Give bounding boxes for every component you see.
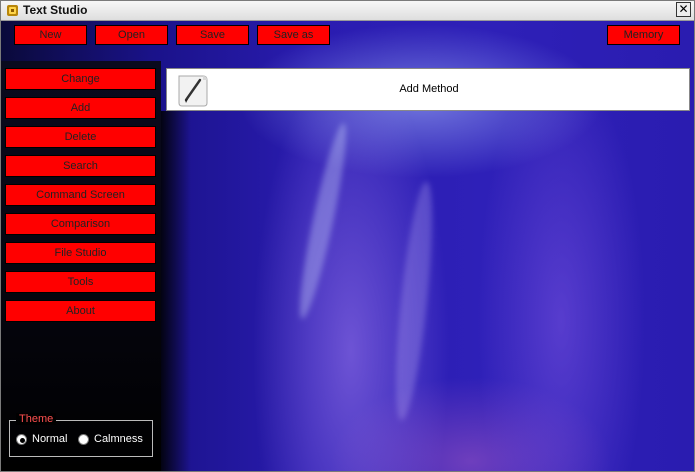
save-button[interactable]: Save [176, 25, 249, 45]
sidebar-item-delete[interactable]: Delete [5, 126, 156, 148]
sidebar-item-search[interactable]: Search [5, 155, 156, 177]
content-shadow [161, 111, 191, 471]
app-icon [7, 5, 18, 16]
radio-button[interactable] [78, 434, 89, 445]
close-icon: ✕ [678, 2, 689, 16]
sidebar-item-file-studio[interactable]: File Studio [5, 242, 156, 264]
background-light-streak [292, 121, 354, 321]
main-client-area: New Open Save Save as Memory Change Add … [1, 21, 694, 471]
sidebar-item-add[interactable]: Add [5, 97, 156, 119]
close-button[interactable]: ✕ [676, 2, 691, 17]
theme-legend: Theme [16, 413, 57, 425]
radio-button[interactable] [16, 434, 27, 445]
sidebar-item-tools[interactable]: Tools [5, 271, 156, 293]
radio-selected-dot [20, 438, 25, 443]
page-title: Add Method [399, 83, 459, 95]
app-window: Text Studio ✕ New Open Save Save as Memo… [0, 0, 695, 472]
theme-option-label: Normal [32, 433, 68, 445]
memory-button[interactable]: Memory [607, 25, 680, 45]
header-panel: Add Method [166, 68, 690, 111]
sidebar-item-about[interactable]: About [5, 300, 156, 322]
save-as-button[interactable]: Save as [257, 25, 330, 45]
theme-option-label: Calmness [94, 433, 143, 445]
background-light-streak [388, 180, 440, 422]
sidebar [1, 61, 161, 471]
window-title: Text Studio [23, 3, 88, 17]
title-bar[interactable]: Text Studio ✕ [1, 1, 694, 21]
theme-groupbox: Theme Normal Calmness [9, 413, 153, 457]
sidebar-item-comparison[interactable]: Comparison [5, 213, 156, 235]
open-button[interactable]: Open [95, 25, 168, 45]
new-button[interactable]: New [14, 25, 87, 45]
sidebar-item-change[interactable]: Change [5, 68, 156, 90]
sidebar-item-command-screen[interactable]: Command Screen [5, 184, 156, 206]
